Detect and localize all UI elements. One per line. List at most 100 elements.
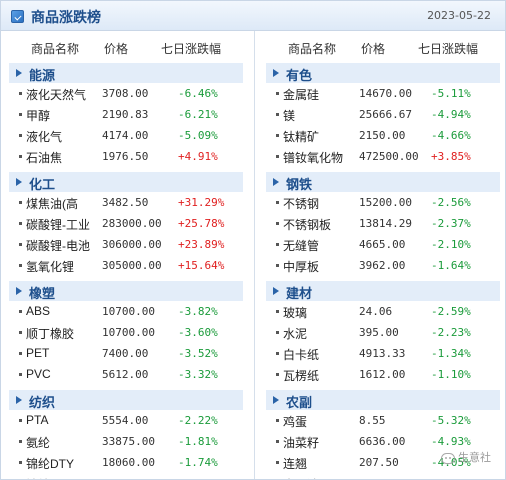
commodity-row[interactable]: 锦纶POY15775.00-1.71%: [6, 473, 246, 479]
commodity-row[interactable]: 不锈钢板 13814.29 -2.37%: [263, 213, 503, 234]
commodity-row[interactable]: PVC 5612.00 -3.32%: [6, 364, 246, 385]
category-title: 农副: [286, 395, 313, 410]
commodity-name[interactable]: 顺丁橡胶: [26, 325, 102, 342]
category-header[interactable]: 有色: [266, 63, 500, 83]
commodity-row[interactable]: 顺丁橡胶 10700.00 -3.60%: [6, 322, 246, 343]
commodity-row[interactable]: ABS 10700.00 -3.82%: [6, 301, 246, 322]
bullet-icon: [19, 113, 22, 116]
commodity-change: +31.29%: [178, 196, 225, 209]
watermark: 生意社: [441, 449, 491, 465]
commodity-row[interactable]: 玻璃 24.06 -2.59%: [263, 301, 503, 322]
commodity-row[interactable]: 大豆油7472.00-3.86%: [263, 473, 503, 479]
commodity-row[interactable]: 无缝管 4665.00 -2.10%: [263, 234, 503, 255]
commodity-price: 3962.00: [359, 259, 406, 272]
commodity-name[interactable]: 液化天然气: [26, 86, 102, 103]
category-header[interactable]: 纺织: [9, 390, 243, 410]
commodity-row[interactable]: 金属硅 14670.00 -5.11%: [263, 83, 503, 104]
commodity-row[interactable]: 石油焦 1976.50 +4.91%: [6, 146, 246, 167]
commodity-name[interactable]: 煤焦油(高: [26, 195, 102, 212]
widget-header: 商品涨跌榜 2023-05-22: [1, 1, 505, 31]
column-change-header: 七日涨跌幅: [161, 42, 222, 56]
commodity-row[interactable]: 甲醇 2190.83 -6.21%: [6, 104, 246, 125]
category-header[interactable]: 建材: [266, 281, 500, 301]
commodity-name[interactable]: 油菜籽: [283, 434, 359, 451]
commodity-name[interactable]: PET: [26, 346, 102, 360]
column-name-header: 商品名称: [288, 42, 337, 56]
category-title: 纺织: [29, 395, 56, 410]
commodity-name[interactable]: 石油焦: [26, 149, 102, 166]
commodity-row[interactable]: 中厚板 3962.00 -1.64%: [263, 255, 503, 276]
commodity-row[interactable]: PTA 5554.00 -2.22%: [6, 410, 246, 431]
commodity-name[interactable]: 金属硅: [283, 86, 359, 103]
commodity-name[interactable]: 液化气: [26, 128, 102, 145]
right-panel: 商品名称 价格 七日涨跌幅 有色 金属硅 14670.00 -5.11% 镁 25666.…: [263, 31, 503, 479]
commodity-name[interactable]: 甲醇: [26, 107, 102, 124]
commodity-name[interactable]: 碳酸锂-工业: [26, 216, 102, 233]
widget-title: 商品涨跌榜: [31, 9, 101, 25]
bullet-icon: [19, 310, 22, 313]
commodity-price: 4913.33: [359, 347, 406, 360]
commodity-row[interactable]: 碳酸锂-工业 283000.00 +25.78%: [6, 213, 246, 234]
commodity-change: -1.64%: [431, 259, 471, 272]
category-header[interactable]: 能源: [9, 63, 243, 83]
bullet-icon: [276, 352, 279, 355]
column-header: 商品名称 价格 七日涨跌幅: [6, 31, 246, 63]
category-header[interactable]: 钢铁: [266, 172, 500, 192]
widget-date: 2023-05-22: [427, 9, 491, 22]
commodity-name[interactable]: PTA: [26, 413, 102, 427]
commodity-row[interactable]: 镨钕氧化物 472500.00 +3.85%: [263, 146, 503, 167]
commodity-row[interactable]: 液化天然气 3708.00 -6.46%: [6, 83, 246, 104]
category-section: 能源 液化天然气 3708.00 -6.46% 甲醇 2190.83 -6.21% 液化气 41…: [6, 63, 246, 167]
commodity-row[interactable]: 白卡纸 4913.33 -1.34%: [263, 343, 503, 364]
column-price-header: 价格: [361, 42, 386, 56]
commodity-name[interactable]: 镨钕氧化物: [283, 149, 359, 166]
commodity-name[interactable]: 不锈钢: [283, 195, 359, 212]
category-header[interactable]: 农副: [266, 390, 500, 410]
commodity-row[interactable]: 液化气 4174.00 -5.09%: [6, 125, 246, 146]
commodity-name[interactable]: 水泥: [283, 325, 359, 342]
commodity-row[interactable]: 鸡蛋 8.55 -5.32%: [263, 410, 503, 431]
commodity-row[interactable]: 不锈钢 15200.00 -2.56%: [263, 192, 503, 213]
commodity-row[interactable]: 碳酸锂-电池 306000.00 +23.89%: [6, 234, 246, 255]
commodity-change: -3.32%: [178, 368, 218, 381]
commodity-row[interactable]: 煤焦油(高 3482.50 +31.29%: [6, 192, 246, 213]
commodity-price: 2190.83: [102, 108, 149, 121]
category-section: 有色 金属硅 14670.00 -5.11% 镁 25666.67 -4.94% 钛精矿 215…: [263, 63, 503, 167]
commodity-row[interactable]: 氢氧化锂 305000.00 +15.64%: [6, 255, 246, 276]
commodity-row[interactable]: 水泥 395.00 -2.23%: [263, 322, 503, 343]
commodity-name[interactable]: 白卡纸: [283, 346, 359, 363]
commodity-name[interactable]: 锦纶DTY: [26, 455, 102, 472]
category-header[interactable]: 橡塑: [9, 281, 243, 301]
commodity-name[interactable]: 大豆油: [283, 476, 359, 479]
commodity-name[interactable]: ABS: [26, 304, 102, 318]
bullet-icon: [19, 134, 22, 137]
commodity-name[interactable]: 中厚板: [283, 258, 359, 275]
commodity-name[interactable]: 无缝管: [283, 237, 359, 254]
commodity-name[interactable]: 锦纶POY: [26, 476, 102, 479]
commodity-name[interactable]: PVC: [26, 367, 102, 381]
commodity-name[interactable]: 不锈钢板: [283, 216, 359, 233]
commodity-name[interactable]: 氨纶: [26, 434, 102, 451]
commodity-price: 14670.00: [359, 87, 412, 100]
commodity-change: +4.91%: [178, 150, 218, 163]
commodity-row[interactable]: 锦纶DTY 18060.00 -1.74%: [6, 452, 246, 473]
commodity-name[interactable]: 碳酸锂-电池: [26, 237, 102, 254]
commodity-row[interactable]: PET 7400.00 -3.52%: [6, 343, 246, 364]
commodity-name[interactable]: 瓦楞纸: [283, 367, 359, 384]
commodity-price: 15200.00: [359, 196, 412, 209]
bullet-icon: [276, 201, 279, 204]
commodity-name[interactable]: 氢氧化锂: [26, 258, 102, 275]
commodity-price: 25666.67: [359, 108, 412, 121]
category-header[interactable]: 化工: [9, 172, 243, 192]
caret-right-icon: [273, 178, 279, 186]
column-header: 商品名称 价格 七日涨跌幅: [263, 31, 503, 63]
commodity-name[interactable]: 钛精矿: [283, 128, 359, 145]
commodity-row[interactable]: 氨纶 33875.00 -1.81%: [6, 431, 246, 452]
commodity-name[interactable]: 玻璃: [283, 304, 359, 321]
commodity-row[interactable]: 瓦楞纸 1612.00 -1.10%: [263, 364, 503, 385]
commodity-name[interactable]: 鸡蛋: [283, 413, 359, 430]
commodity-row[interactable]: 镁 25666.67 -4.94%: [263, 104, 503, 125]
commodity-name[interactable]: 连翘: [283, 455, 359, 472]
commodity-name[interactable]: 镁: [283, 107, 359, 124]
commodity-row[interactable]: 钛精矿 2150.00 -4.66%: [263, 125, 503, 146]
